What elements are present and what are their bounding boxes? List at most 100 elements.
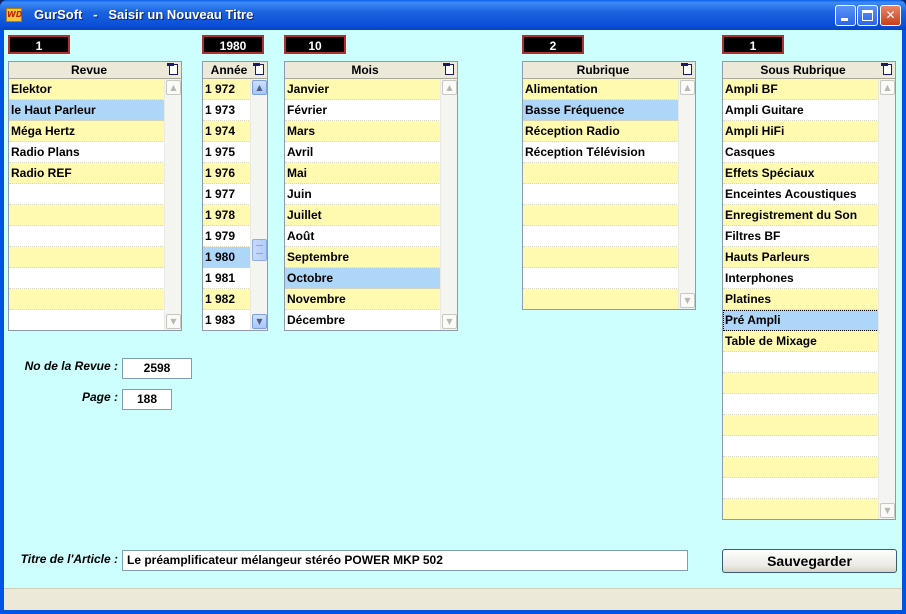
- list-item[interactable]: Radio Plans: [9, 142, 165, 163]
- list-item[interactable]: Juillet: [285, 205, 441, 226]
- list-item[interactable]: [9, 247, 165, 268]
- list-item[interactable]: Pré Ampli: [723, 310, 879, 331]
- list-item[interactable]: 1 974: [203, 121, 251, 142]
- scroll-down-icon[interactable]: ▼: [442, 314, 457, 329]
- scroll-up-icon[interactable]: ▲: [442, 80, 457, 95]
- list-item[interactable]: Octobre: [285, 268, 441, 289]
- list-item[interactable]: Mai: [285, 163, 441, 184]
- annee-list-header[interactable]: Année: [203, 62, 267, 79]
- clipboard-icon[interactable]: [253, 63, 264, 75]
- list-item[interactable]: 1 976: [203, 163, 251, 184]
- list-item[interactable]: Septembre: [285, 247, 441, 268]
- list-item[interactable]: [523, 163, 679, 184]
- scroll-up-icon[interactable]: ▲: [252, 80, 267, 95]
- list-item[interactable]: Mars: [285, 121, 441, 142]
- list-item[interactable]: Réception Radio: [523, 121, 679, 142]
- maximize-button[interactable]: [857, 5, 878, 26]
- list-item[interactable]: [9, 184, 165, 205]
- scroll-down-icon[interactable]: ▼: [252, 314, 267, 329]
- sous-rubrique-scrollbar[interactable]: ▲ ▼: [878, 79, 895, 519]
- list-item[interactable]: [723, 499, 879, 519]
- list-item[interactable]: Elektor: [9, 79, 165, 100]
- mois-list-header[interactable]: Mois: [285, 62, 457, 79]
- list-item[interactable]: Avril: [285, 142, 441, 163]
- mois-list[interactable]: Mois Janvier Février Mars Avril Mai Juin Juill…: [284, 61, 458, 331]
- list-item[interactable]: Casques: [723, 142, 879, 163]
- list-item[interactable]: Ampli HiFi: [723, 121, 879, 142]
- page-field[interactable]: 188: [122, 389, 172, 410]
- list-item[interactable]: [523, 268, 679, 289]
- scroll-up-icon[interactable]: ▲: [166, 80, 181, 95]
- list-item[interactable]: 1 975: [203, 142, 251, 163]
- clipboard-icon[interactable]: [681, 63, 692, 75]
- list-item[interactable]: Ampli BF: [723, 79, 879, 100]
- list-item[interactable]: Août: [285, 226, 441, 247]
- scroll-up-icon[interactable]: ▲: [880, 80, 895, 95]
- list-item[interactable]: 1 980: [203, 247, 251, 268]
- list-item[interactable]: [9, 310, 165, 330]
- list-item[interactable]: le Haut Parleur: [9, 100, 165, 121]
- list-item[interactable]: Juin: [285, 184, 441, 205]
- clipboard-icon[interactable]: [167, 63, 178, 75]
- list-item[interactable]: [723, 478, 879, 499]
- list-item[interactable]: Effets Spéciaux: [723, 163, 879, 184]
- list-item[interactable]: Table de Mixage: [723, 331, 879, 352]
- list-item[interactable]: Radio REF: [9, 163, 165, 184]
- list-item[interactable]: [723, 415, 879, 436]
- list-item[interactable]: [523, 205, 679, 226]
- save-button[interactable]: Sauvegarder: [722, 549, 897, 573]
- list-item[interactable]: 1 973: [203, 100, 251, 121]
- revue-list-header[interactable]: Revue: [9, 62, 181, 79]
- list-item[interactable]: Enregistrement du Son: [723, 205, 879, 226]
- title-bar[interactable]: WD GurSoft - Saisir un Nouveau Titre ✕: [0, 0, 906, 30]
- list-item[interactable]: Interphones: [723, 268, 879, 289]
- list-item[interactable]: 1 979: [203, 226, 251, 247]
- list-item[interactable]: [9, 289, 165, 310]
- list-item[interactable]: Hauts Parleurs: [723, 247, 879, 268]
- clipboard-icon[interactable]: [443, 63, 454, 75]
- list-item[interactable]: [9, 205, 165, 226]
- list-item[interactable]: 1 982: [203, 289, 251, 310]
- list-item[interactable]: [523, 289, 679, 309]
- list-item[interactable]: Février: [285, 100, 441, 121]
- mois-scrollbar[interactable]: ▲ ▼: [440, 79, 457, 330]
- list-item[interactable]: Alimentation: [523, 79, 679, 100]
- list-item[interactable]: Platines: [723, 289, 879, 310]
- list-item[interactable]: Filtres BF: [723, 226, 879, 247]
- list-item[interactable]: 1 977: [203, 184, 251, 205]
- list-item[interactable]: Novembre: [285, 289, 441, 310]
- scroll-thumb[interactable]: [252, 239, 267, 261]
- revue-scrollbar[interactable]: ▲ ▼: [164, 79, 181, 330]
- sous-rubrique-list-header[interactable]: Sous Rubrique: [723, 62, 895, 79]
- annee-list[interactable]: Année 1 972 1 973 1 974 1 975 1 976 1 977 1 97…: [202, 61, 268, 331]
- rubrique-scrollbar[interactable]: ▲ ▼: [678, 79, 695, 309]
- list-item[interactable]: Basse Fréquence: [523, 100, 679, 121]
- rubrique-list[interactable]: Rubrique Alimentation Basse Fréquence Réce…: [522, 61, 696, 310]
- list-item[interactable]: 1 972: [203, 79, 251, 100]
- close-button[interactable]: ✕: [880, 5, 901, 26]
- no-revue-field[interactable]: 2598: [122, 358, 192, 379]
- list-item[interactable]: [723, 457, 879, 478]
- list-item[interactable]: [723, 394, 879, 415]
- rubrique-list-header[interactable]: Rubrique: [523, 62, 695, 79]
- list-item[interactable]: Méga Hertz: [9, 121, 165, 142]
- list-item[interactable]: [723, 373, 879, 394]
- list-item[interactable]: Janvier: [285, 79, 441, 100]
- list-item[interactable]: [523, 226, 679, 247]
- list-item[interactable]: [9, 268, 165, 289]
- list-item[interactable]: 1 983: [203, 310, 251, 330]
- titre-field[interactable]: Le préamplificateur mélangeur stéréo POW…: [122, 550, 688, 571]
- list-item[interactable]: [523, 184, 679, 205]
- scroll-down-icon[interactable]: ▼: [166, 314, 181, 329]
- annee-scrollbar[interactable]: ▲ ▼: [250, 79, 267, 330]
- clipboard-icon[interactable]: [881, 63, 892, 75]
- scroll-down-icon[interactable]: ▼: [680, 293, 695, 308]
- list-item[interactable]: Décembre: [285, 310, 441, 330]
- list-item[interactable]: [723, 436, 879, 457]
- list-item[interactable]: [723, 352, 879, 373]
- minimize-button[interactable]: [835, 5, 856, 26]
- scroll-down-icon[interactable]: ▼: [880, 503, 895, 518]
- list-item[interactable]: Enceintes Acoustiques: [723, 184, 879, 205]
- list-item[interactable]: 1 978: [203, 205, 251, 226]
- scroll-up-icon[interactable]: ▲: [680, 80, 695, 95]
